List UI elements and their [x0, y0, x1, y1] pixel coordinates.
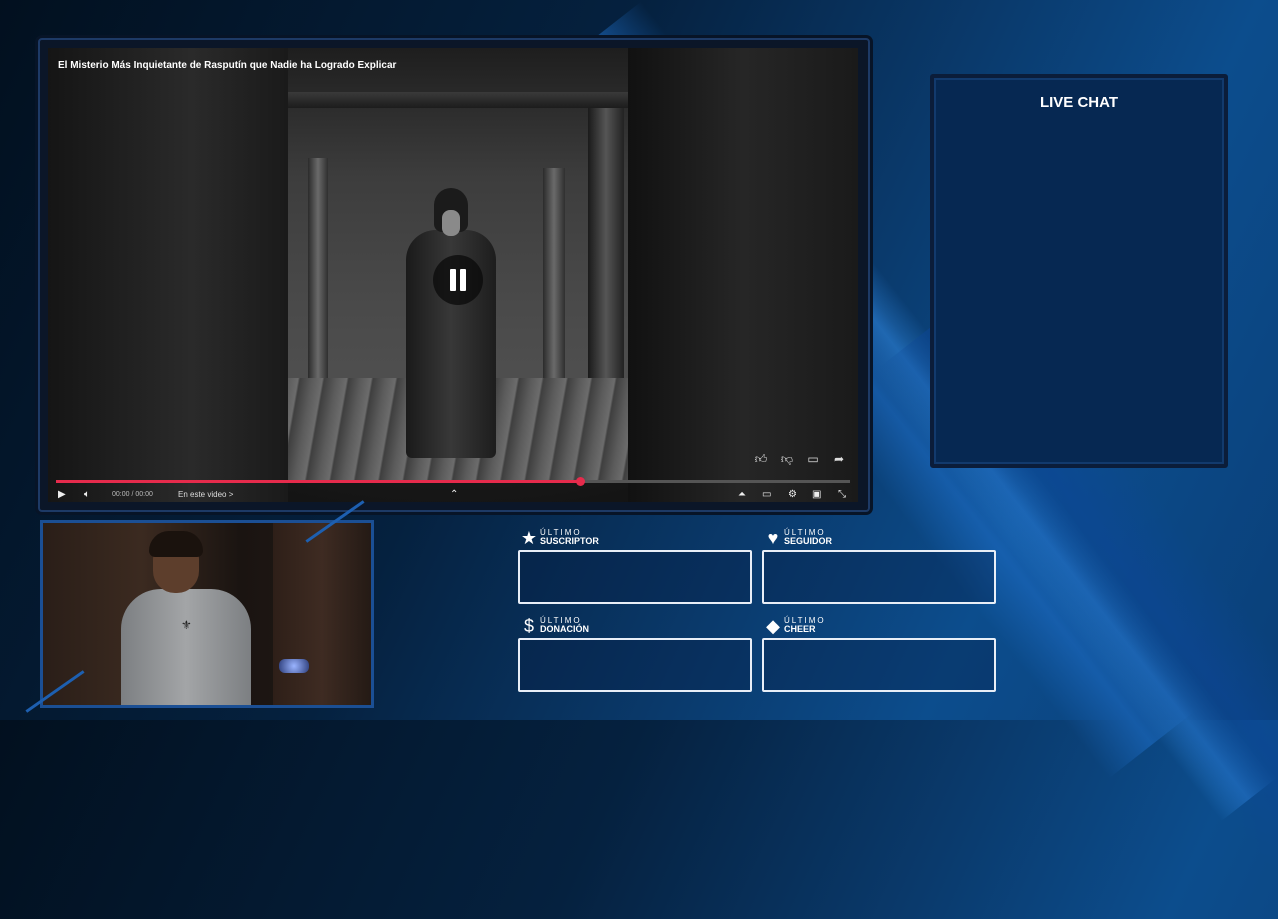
player-controls: ▶ 🔈︎ 00:00 / 00:00 En este video > ⌃ ⏶ ▭…	[48, 488, 858, 502]
dislike-icon[interactable]: 👎︎	[778, 452, 796, 467]
brand-logo-icon: ⚜	[181, 618, 192, 632]
autoplay-icon[interactable]: ⏶	[738, 488, 746, 502]
stat-value-box	[518, 550, 752, 604]
diamond-icon: ◆	[766, 616, 780, 636]
share-icon[interactable]: ➦	[830, 452, 848, 467]
comment-icon[interactable]: ▭	[804, 452, 822, 467]
play-icon[interactable]: ▶	[58, 488, 66, 502]
heart-icon: ♥	[767, 528, 779, 548]
stat-label: DONACIÓN	[540, 624, 589, 634]
stat-value-box	[762, 550, 996, 604]
star-icon: ★	[520, 528, 538, 548]
pause-button[interactable]	[433, 255, 483, 305]
see-video-link[interactable]: En este video >	[178, 488, 233, 502]
fullscreen-icon[interactable]: ⤡	[838, 488, 846, 502]
video-blur-left	[48, 48, 288, 502]
progress-handle[interactable]	[576, 477, 586, 486]
stat-label: SUSCRIPTOR	[540, 536, 599, 546]
porch-post	[308, 158, 328, 388]
video-player[interactable]: El Misterio Más Inquietante de Rasputín …	[48, 48, 858, 502]
stat-value-box	[518, 638, 752, 692]
like-icon[interactable]: 👍︎	[752, 452, 770, 467]
progress-fill	[56, 480, 581, 483]
dollar-icon: $	[523, 616, 534, 636]
stat-label: SEGUIDOR	[784, 536, 833, 546]
video-blur-right	[628, 48, 858, 502]
person	[121, 589, 251, 705]
live-chat-title: LIVE CHAT	[1039, 94, 1119, 111]
time-display: 00:00 / 00:00	[112, 491, 153, 498]
settings-icon[interactable]: ⚙	[788, 488, 797, 502]
stat-label: CHEER	[784, 624, 816, 634]
captions-icon[interactable]: ▭	[762, 488, 771, 502]
chevron-up-icon[interactable]: ⌃	[450, 488, 458, 502]
porch-post	[543, 168, 565, 388]
monk-figure	[406, 188, 496, 458]
stat-value-box	[762, 638, 996, 692]
video-title: El Misterio Más Inquietante de Rasputín …	[58, 60, 397, 71]
live-chat-panel: LIVE CHAT	[930, 74, 1228, 468]
video-actions: 👍︎ 👎︎ ▭ ➦	[752, 452, 848, 467]
porch-lintel	[288, 92, 628, 108]
video-frame: El Misterio Más Inquietante de Rasputín …	[38, 38, 870, 512]
progress-bar[interactable]	[56, 477, 850, 486]
volume-icon[interactable]: 🔈︎	[84, 488, 90, 502]
cast-icon[interactable]: ▣	[812, 488, 821, 502]
light-icon	[279, 659, 309, 673]
webcam-feed: ⚜	[40, 520, 374, 708]
